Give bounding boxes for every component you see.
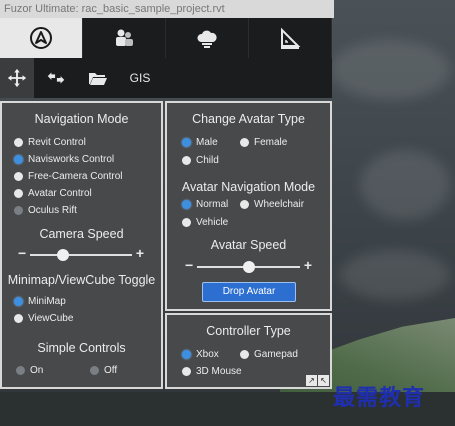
nav-mode-label: Oculus Rift: [28, 205, 77, 216]
simple-controls-label: On: [30, 365, 44, 376]
nav-mode-radio[interactable]: Revit Control: [14, 137, 86, 148]
avatar-speed-minus[interactable]: −: [185, 257, 193, 273]
controller-radio[interactable]: 3D Mouse: [182, 366, 242, 377]
undo-button[interactable]: [34, 58, 78, 98]
avatar-type-title: Change Avatar Type: [192, 112, 305, 126]
camera-speed-slider[interactable]: − +: [18, 245, 144, 261]
slider-track: [30, 254, 132, 256]
radio-dot-icon: [182, 350, 191, 359]
radio-dot-icon: [16, 366, 25, 375]
move-tool-button[interactable]: [0, 58, 34, 98]
tab-measure[interactable]: [249, 18, 332, 58]
avatar-nav-label: Wheelchair: [254, 199, 305, 210]
avatar-type-radio[interactable]: Child: [182, 155, 219, 166]
minimap-radio[interactable]: ViewCube: [14, 313, 73, 324]
radio-dot-icon: [14, 206, 23, 215]
nav-mode-radio[interactable]: Navisworks Control: [14, 154, 114, 165]
radio-dot-icon: [240, 138, 249, 147]
ruler-measure-icon: [281, 27, 301, 49]
minimap-toggle-title: Minimap/ViewCube Toggle: [7, 273, 156, 287]
collapse-icon[interactable]: ↖: [318, 375, 329, 386]
avatar-speed-slider[interactable]: − +: [185, 257, 312, 273]
avatar-type-label: Female: [254, 137, 288, 148]
avatar-speed-plus[interactable]: +: [304, 257, 312, 273]
avatar-type-radio[interactable]: Female: [240, 137, 287, 148]
cloud-icon: [197, 30, 217, 48]
controller-label: Xbox: [196, 349, 219, 360]
minimap-label: ViewCube: [28, 313, 74, 324]
camera-speed-title: Camera Speed: [39, 227, 124, 241]
navigation-panel: Navigation Mode Revit Control Navisworks …: [0, 101, 163, 389]
controller-type-title: Controller Type: [206, 324, 291, 338]
sky-cloud: [330, 40, 450, 100]
sky-cloud: [360, 150, 450, 220]
controller-radio[interactable]: Gamepad: [240, 349, 298, 360]
navigation-mode-title: Navigation Mode: [34, 112, 129, 126]
watermark: 最需教育: [333, 385, 426, 411]
radio-dot-icon: [90, 366, 99, 375]
nav-mode-radio[interactable]: Oculus Rift: [14, 205, 77, 216]
minimap-label: MiniMap: [28, 296, 66, 307]
simple-controls-title: Simple Controls: [37, 341, 126, 355]
radio-dot-icon: [14, 138, 23, 147]
nav-mode-label: Free-Camera Control: [28, 171, 123, 182]
avatar-panel: Change Avatar Type Male Female Child Avata…: [165, 101, 332, 311]
tab-avatar[interactable]: [83, 18, 166, 58]
avatar-nav-title: Avatar Navigation Mode: [181, 180, 316, 194]
avatar-type-label: Child: [196, 155, 219, 166]
avatar-speed-title: Avatar Speed: [210, 238, 287, 252]
radio-dot-icon: [14, 172, 23, 181]
camera-speed-minus[interactable]: −: [18, 245, 26, 261]
radio-dot-icon: [182, 200, 191, 209]
nav-mode-label: Avatar Control: [28, 188, 92, 199]
radio-dot-icon: [240, 200, 249, 209]
move-arrows-icon: [7, 68, 27, 88]
pin-icon[interactable]: ↗: [306, 375, 317, 386]
radio-dot-icon: [14, 155, 23, 164]
radio-dot-icon: [182, 218, 191, 227]
simple-controls-radio[interactable]: Off: [90, 365, 117, 376]
avatar-nav-label: Normal: [196, 199, 229, 210]
nav-mode-label: Navisworks Control: [28, 154, 115, 165]
toolbar: GIS: [0, 58, 332, 98]
controller-label: 3D Mouse: [196, 366, 242, 377]
radio-dot-icon: [14, 314, 23, 323]
radio-dot-icon: [182, 156, 191, 165]
slider-knob[interactable]: [242, 261, 255, 273]
controller-radio[interactable]: Xbox: [182, 349, 219, 360]
tab-environment[interactable]: [166, 18, 249, 58]
slider-knob[interactable]: [57, 249, 69, 261]
avatar-nav-radio[interactable]: Vehicle: [182, 217, 228, 228]
tab-navigation[interactable]: [0, 18, 83, 58]
avatar-nav-label: Vehicle: [196, 217, 229, 228]
nav-mode-radio[interactable]: Free-Camera Control: [14, 171, 122, 182]
radio-dot-icon: [182, 367, 191, 376]
controller-panel: Controller Type Xbox Gamepad 3D Mouse ↗ ↖: [165, 313, 332, 389]
gis-button[interactable]: GIS: [118, 58, 162, 98]
avatar-type-radio[interactable]: Male: [182, 137, 218, 148]
nav-mode-label: Revit Control: [28, 137, 86, 148]
simple-controls-radio[interactable]: On: [16, 365, 43, 376]
camera-speed-plus[interactable]: +: [136, 245, 144, 261]
avatar-group-icon: [116, 29, 133, 46]
radio-dot-icon: [240, 350, 249, 359]
radio-dot-icon: [182, 138, 191, 147]
folder-icon: [89, 73, 107, 85]
open-file-button[interactable]: [78, 58, 118, 98]
navigation-compass-icon: [30, 27, 52, 49]
nav-mode-radio[interactable]: Avatar Control: [14, 188, 92, 199]
avatar-nav-radio[interactable]: Wheelchair: [240, 199, 304, 210]
avatar-type-label: Male: [196, 137, 218, 148]
minimap-radio[interactable]: MiniMap: [14, 296, 66, 307]
sky-cloud: [340, 250, 450, 300]
radio-dot-icon: [14, 189, 23, 198]
undo-arrows-icon: [47, 72, 65, 84]
avatar-nav-radio[interactable]: Normal: [182, 199, 228, 210]
radio-dot-icon: [14, 297, 23, 306]
window-title: Fuzor Ultimate: rac_basic_sample_project…: [0, 0, 334, 18]
controller-label: Gamepad: [254, 349, 298, 360]
simple-controls-label: Off: [104, 365, 118, 376]
main-tabs: [0, 18, 332, 58]
drop-avatar-button[interactable]: Drop Avatar: [202, 282, 296, 302]
